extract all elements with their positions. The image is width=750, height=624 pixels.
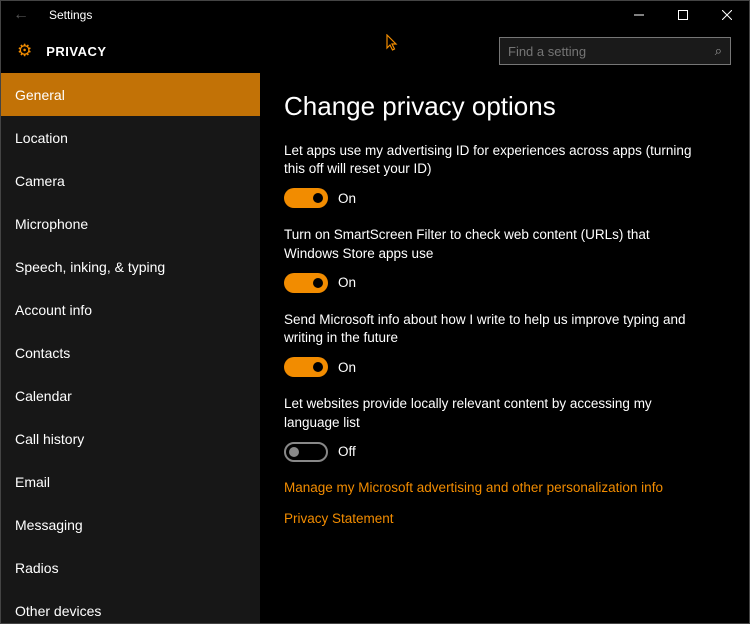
sidebar-item-location[interactable]: Location [1,116,260,159]
sidebar-item-other-devices[interactable]: Other devices [1,589,260,623]
toggle-state-label: On [338,275,356,290]
header: ⚙ PRIVACY ⌕ [1,29,749,73]
window-controls [617,1,749,29]
page-title: PRIVACY [46,44,106,59]
minimize-button[interactable] [617,1,661,29]
sidebar-item-label: Speech, inking, & typing [15,259,165,275]
toggle-typing-info[interactable] [284,357,328,377]
toggle-state-label: Off [338,444,356,459]
search-input[interactable] [508,44,715,59]
sidebar-item-messaging[interactable]: Messaging [1,503,260,546]
option-typing-info: Send Microsoft info about how I write to… [284,311,725,377]
page-heading: Change privacy options [284,91,725,122]
link-manage-advertising[interactable]: Manage my Microsoft advertising and othe… [284,480,725,495]
search-icon: ⌕ [715,43,722,59]
sidebar-item-call-history[interactable]: Call history [1,417,260,460]
titlebar: ← Settings [1,1,749,29]
sidebar-item-account-info[interactable]: Account info [1,288,260,331]
content-area: Change privacy options Let apps use my a… [260,73,749,623]
option-label: Turn on SmartScreen Filter to check web … [284,226,694,262]
close-button[interactable] [705,1,749,29]
sidebar: General Location Camera Microphone Speec… [1,73,260,623]
toggle-smartscreen[interactable] [284,273,328,293]
maximize-button[interactable] [661,1,705,29]
toggle-state-label: On [338,360,356,375]
sidebar-item-label: Account info [15,302,92,318]
toggle-state-label: On [338,191,356,206]
sidebar-item-label: Calendar [15,388,72,404]
sidebar-item-calendar[interactable]: Calendar [1,374,260,417]
option-smartscreen: Turn on SmartScreen Filter to check web … [284,226,725,292]
sidebar-item-speech[interactable]: Speech, inking, & typing [1,245,260,288]
sidebar-item-label: Call history [15,431,84,447]
sidebar-item-radios[interactable]: Radios [1,546,260,589]
option-label: Send Microsoft info about how I write to… [284,311,694,347]
sidebar-item-label: Contacts [15,345,70,361]
sidebar-item-general[interactable]: General [1,73,260,116]
search-box[interactable]: ⌕ [499,37,731,65]
link-privacy-statement[interactable]: Privacy Statement [284,511,725,526]
sidebar-item-camera[interactable]: Camera [1,159,260,202]
toggle-advertising-id[interactable] [284,188,328,208]
sidebar-item-label: Radios [15,560,59,576]
sidebar-item-microphone[interactable]: Microphone [1,202,260,245]
window-title: Settings [41,8,92,22]
sidebar-item-label: Messaging [15,517,83,533]
sidebar-item-label: Email [15,474,50,490]
toggle-language-list[interactable] [284,442,328,462]
sidebar-item-label: Other devices [15,603,101,619]
option-advertising-id: Let apps use my advertising ID for exper… [284,142,725,208]
option-label: Let websites provide locally relevant co… [284,395,694,431]
sidebar-item-contacts[interactable]: Contacts [1,331,260,374]
option-language-list: Let websites provide locally relevant co… [284,395,725,461]
sidebar-item-label: Camera [15,173,65,189]
gear-icon: ⚙ [17,41,32,61]
sidebar-item-label: General [15,87,65,103]
sidebar-item-email[interactable]: Email [1,460,260,503]
sidebar-item-label: Microphone [15,216,88,232]
back-button[interactable]: ← [1,6,41,24]
option-label: Let apps use my advertising ID for exper… [284,142,694,178]
sidebar-item-label: Location [15,130,68,146]
